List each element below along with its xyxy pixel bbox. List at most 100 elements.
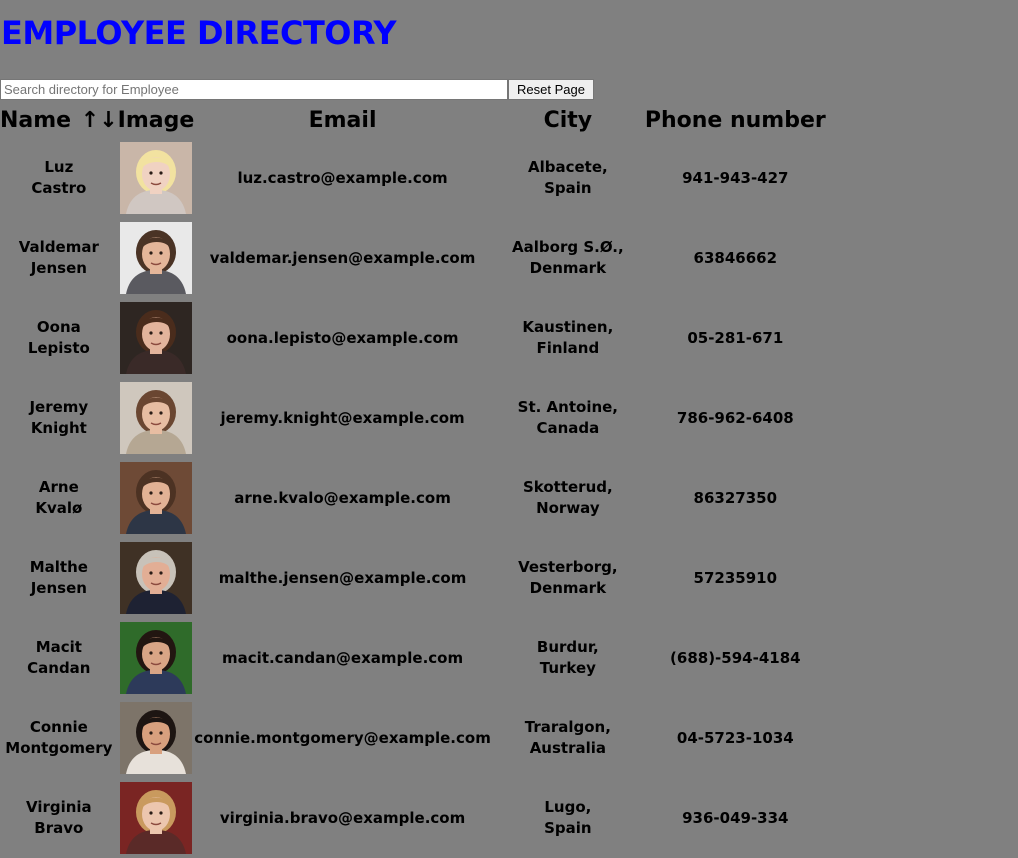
- employee-image-cell: [118, 138, 195, 218]
- table-row: Jeremy Knight jeremy.knight@example.com St.…: [0, 378, 826, 458]
- first-name: Valdemar: [18, 238, 99, 256]
- employee-name-cell: Connie Montgomery: [0, 698, 118, 778]
- employee-email: oona.lepisto@example.com: [226, 328, 459, 347]
- first-name: Luz: [44, 158, 74, 176]
- table-row: Malthe Jensen malthe.jensen@example.com Ves…: [0, 538, 826, 618]
- employee-city-cell: Albacete, Spain: [491, 138, 645, 218]
- page-title: EMPLOYEE DIRECTORY: [1, 14, 397, 52]
- employee-image-cell: [118, 218, 195, 298]
- employee-name-cell: Oona Lepisto: [0, 298, 118, 378]
- last-name: Lepisto: [27, 339, 90, 357]
- employee-photo: [119, 142, 192, 214]
- country: Finland: [536, 339, 600, 357]
- search-input[interactable]: [0, 79, 508, 100]
- employee-phone: 63846662: [693, 248, 778, 267]
- employee-image-cell: [118, 298, 195, 378]
- employee-photo: [119, 222, 192, 294]
- country: Norway: [536, 499, 600, 517]
- employee-email: arne.kvalo@example.com: [234, 488, 451, 507]
- employee-photo: [119, 782, 192, 854]
- last-name: Jensen: [30, 259, 87, 277]
- employee-name-cell: Luz Castro: [0, 138, 118, 218]
- employee-city-cell: Traralgon, Australia: [491, 698, 645, 778]
- employee-photo: [119, 462, 192, 534]
- employee-name-cell: Macit Candan: [0, 618, 118, 698]
- country: Spain: [544, 819, 592, 837]
- last-name: Knight: [30, 419, 87, 437]
- employee-image-cell: [118, 538, 195, 618]
- city: Albacete,: [527, 158, 608, 176]
- employee-photo: [119, 302, 192, 374]
- portrait-icon: [119, 382, 192, 454]
- name-header-label: Name: [0, 108, 72, 133]
- employee-phone: 941-943-427: [682, 168, 789, 187]
- employee-phone: 936-049-334: [682, 808, 789, 827]
- city: Skotterud,: [522, 478, 613, 496]
- employee-image-cell: [118, 378, 195, 458]
- portrait-icon: [119, 542, 192, 614]
- table-row: Luz Castro luz.castro@example.com Albacete,…: [0, 138, 826, 218]
- last-name: Castro: [31, 179, 87, 197]
- city: Vesterborg,: [518, 558, 618, 576]
- employee-image-cell: [118, 458, 195, 538]
- employee-image-cell: [118, 698, 195, 778]
- employee-email: luz.castro@example.com: [237, 168, 448, 187]
- employee-image-cell: [118, 618, 195, 698]
- table-header-row: Name ↑↓ Image Email City Phone number: [0, 103, 826, 138]
- employee-name-cell: Valdemar Jensen: [0, 218, 118, 298]
- employee-phone: 57235910: [693, 568, 778, 587]
- employee-phone: 05-281-671: [687, 328, 784, 347]
- table-body: Luz Castro luz.castro@example.com Albacete,…: [0, 138, 826, 858]
- employee-email: connie.montgomery@example.com: [194, 728, 491, 747]
- employee-name-cell: Jeremy Knight: [0, 378, 118, 458]
- first-name: Virginia: [25, 798, 92, 816]
- country: Canada: [536, 419, 600, 437]
- image-header: Image: [117, 108, 195, 133]
- first-name: Arne: [38, 478, 79, 496]
- employee-city-cell: Lugo, Spain: [491, 778, 645, 858]
- first-name: Jeremy: [29, 398, 89, 416]
- portrait-icon: [119, 782, 192, 854]
- employee-photo: [119, 702, 192, 774]
- phone-header: Phone number: [644, 108, 826, 133]
- last-name: Bravo: [34, 819, 84, 837]
- sort-icon[interactable]: ↑↓: [81, 108, 118, 133]
- portrait-icon: [119, 302, 192, 374]
- employee-email: virginia.bravo@example.com: [219, 808, 466, 827]
- employee-phone: 04-5723-1034: [676, 728, 794, 747]
- table-row: Virginia Bravo virginia.bravo@example.com L…: [0, 778, 826, 858]
- employee-city-cell: Kaustinen, Finland: [491, 298, 645, 378]
- table-row: Arne Kvalø arne.kvalo@example.com Skotterud…: [0, 458, 826, 538]
- first-name: Oona: [36, 318, 81, 336]
- city: Lugo,: [544, 798, 592, 816]
- portrait-icon: [119, 702, 192, 774]
- table-row: Macit Candan macit.candan@example.com Burdu…: [0, 618, 826, 698]
- employee-email: macit.candan@example.com: [222, 648, 464, 667]
- employee-phone: 86327350: [693, 488, 778, 507]
- reset-page-button[interactable]: Reset Page: [508, 79, 594, 100]
- last-name: Jensen: [30, 579, 87, 597]
- portrait-icon: [119, 622, 192, 694]
- employee-photo: [119, 382, 192, 454]
- table-row: Connie Montgomery connie.montgomery@exampl…: [0, 698, 826, 778]
- email-header: Email: [308, 108, 377, 133]
- country: Denmark: [529, 259, 607, 277]
- city: Burdur,: [536, 638, 599, 656]
- portrait-icon: [119, 462, 192, 534]
- employee-email: valdemar.jensen@example.com: [209, 248, 476, 267]
- country: Australia: [529, 739, 606, 757]
- portrait-icon: [119, 222, 192, 294]
- first-name: Malthe: [29, 558, 88, 576]
- first-name: Connie: [29, 718, 88, 736]
- country: Spain: [544, 179, 592, 197]
- portrait-icon: [119, 142, 192, 214]
- city: Traralgon,: [524, 718, 611, 736]
- employee-phone: (688)-594-4184: [670, 648, 801, 667]
- city: Kaustinen,: [522, 318, 614, 336]
- employee-photo: [119, 542, 192, 614]
- employee-city-cell: Skotterud, Norway: [491, 458, 645, 538]
- employee-image-cell: [118, 778, 195, 858]
- name-header[interactable]: Name ↑↓: [0, 103, 118, 138]
- employee-email: malthe.jensen@example.com: [218, 568, 467, 587]
- first-name: Macit: [35, 638, 82, 656]
